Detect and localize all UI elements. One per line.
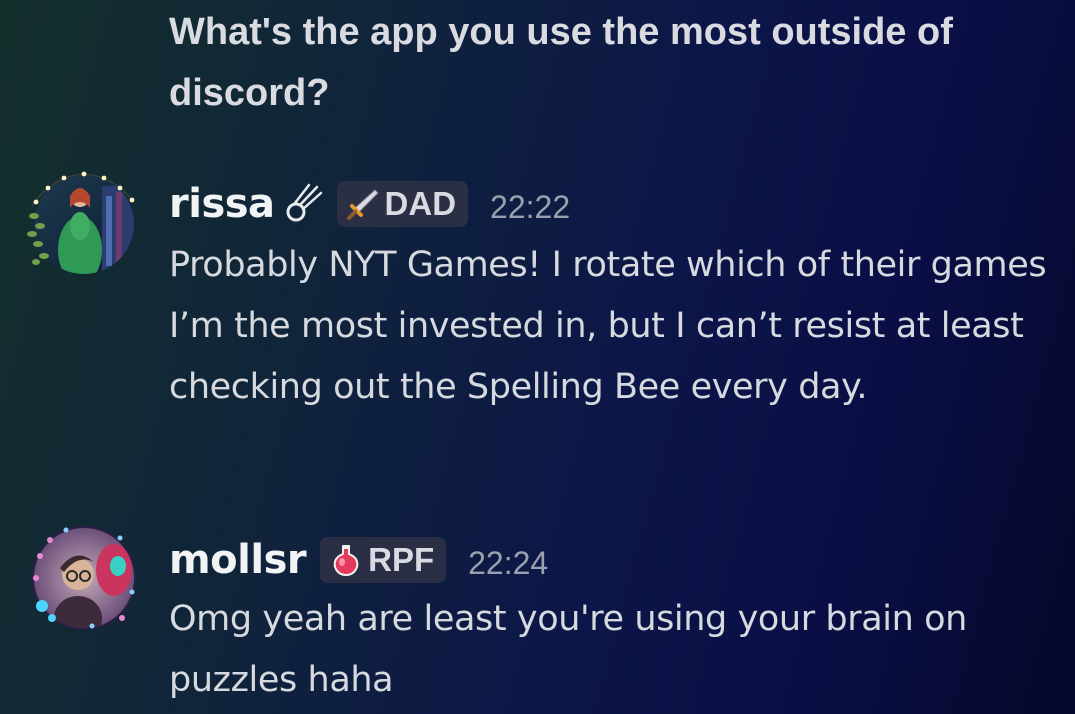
message-text: Probably NYT Games! I rotate which of th… xyxy=(169,245,1047,407)
timestamp[interactable]: 22:22 xyxy=(490,189,570,226)
username[interactable]: mollsr xyxy=(169,537,307,583)
potion-icon xyxy=(328,542,364,578)
message-header: rissa DAD 22:22 xyxy=(169,174,570,234)
sword-icon xyxy=(345,186,381,222)
comet-icon xyxy=(283,183,323,225)
avatar[interactable] xyxy=(22,166,140,276)
role-tag[interactable]: DAD xyxy=(336,181,469,227)
question-prompt: What's the app you use the most outside … xyxy=(169,11,953,114)
message-header: mollsr RPF 22:24 xyxy=(169,530,548,590)
message-text: Omg yeah are least you're using your bra… xyxy=(169,599,967,700)
avatar[interactable] xyxy=(22,522,140,632)
role-tag-label: RPF xyxy=(368,541,435,578)
role-tag[interactable]: RPF xyxy=(320,537,447,583)
timestamp[interactable]: 22:24 xyxy=(468,545,548,582)
role-tag-label: DAD xyxy=(384,185,457,222)
username[interactable]: rissa xyxy=(169,181,275,227)
